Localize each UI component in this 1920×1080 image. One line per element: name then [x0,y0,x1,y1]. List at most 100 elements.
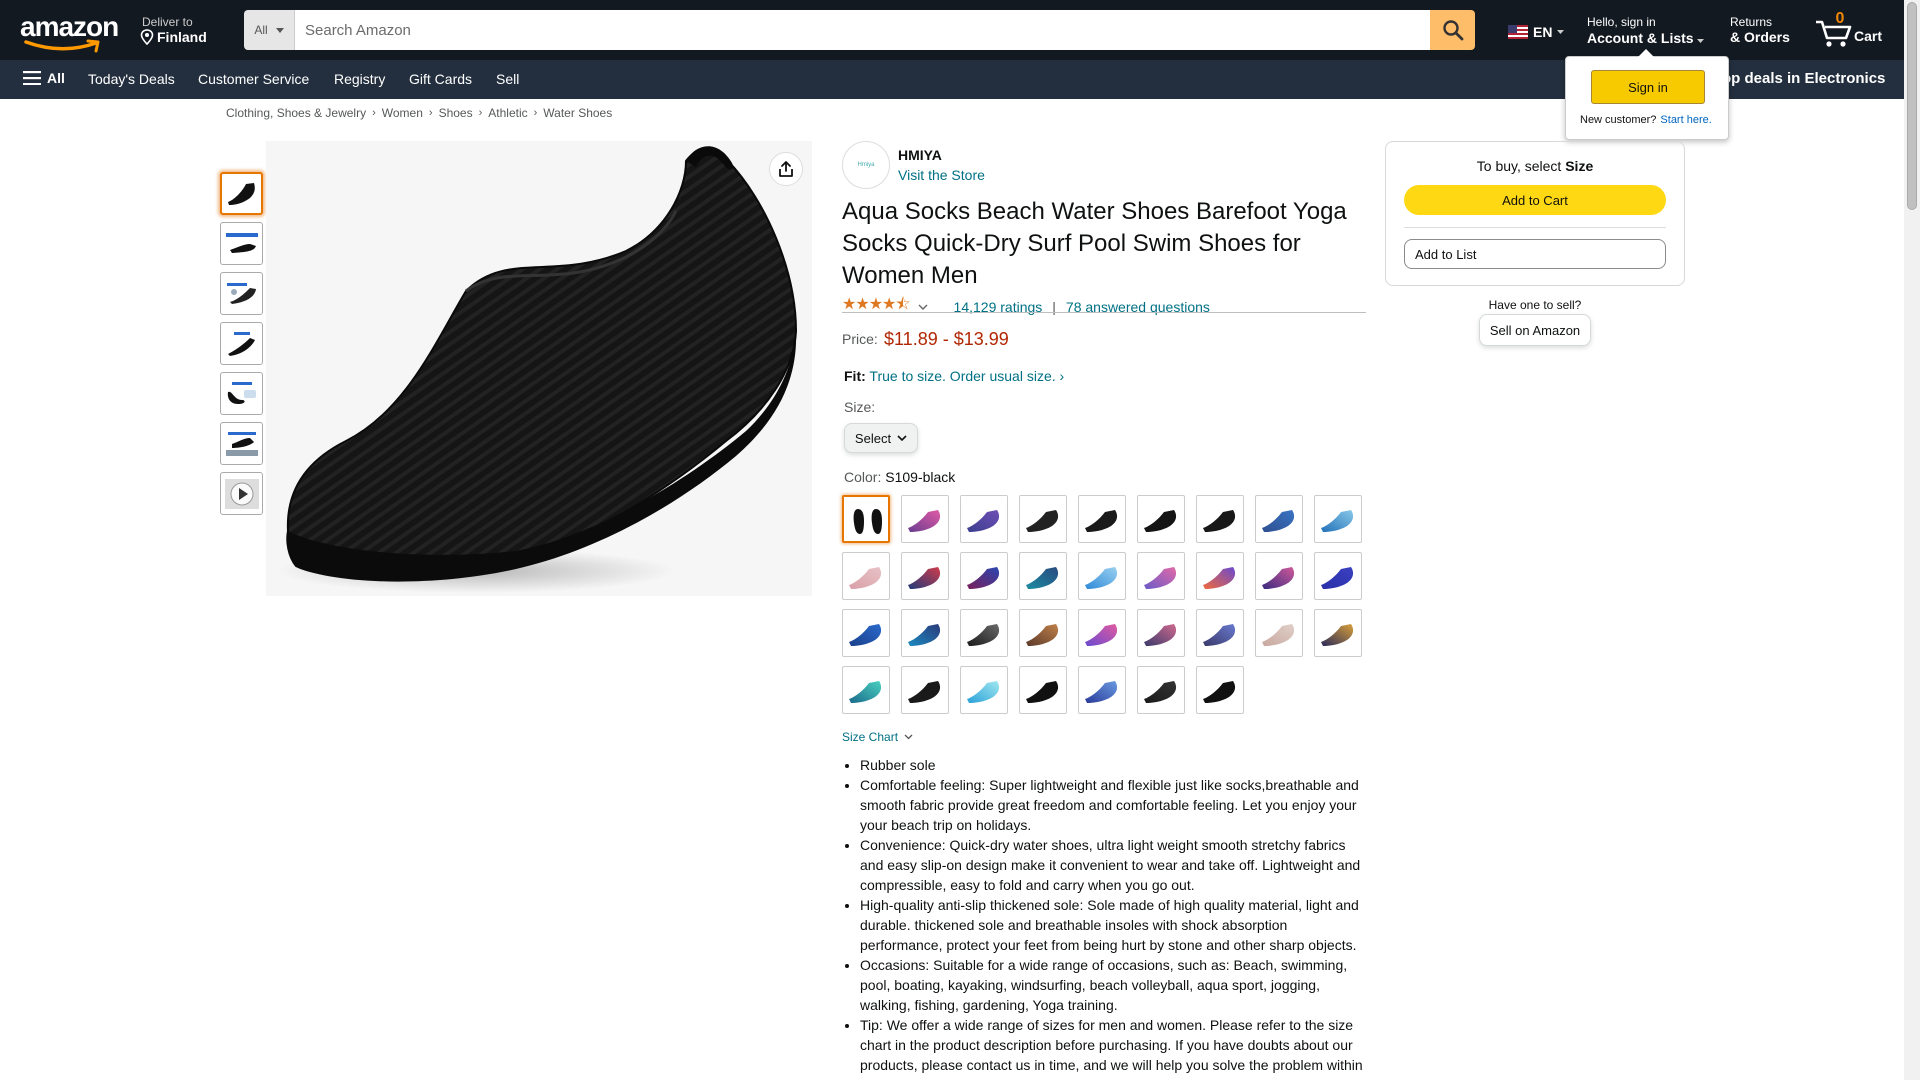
us-flag-icon [1508,25,1528,39]
store-logo[interactable]: Hmiya [842,141,890,189]
chevron-down-icon[interactable] [918,304,928,310]
sell-on-amazon-button[interactable]: Sell on Amazon [1479,314,1591,346]
color-swatch[interactable] [1196,495,1244,543]
color-swatch[interactable] [960,552,1008,600]
account-lists[interactable]: Hello, sign in Account & Lists [1587,15,1705,47]
color-swatch[interactable] [842,666,890,714]
fit-link[interactable]: True to size. Order usual size. › [869,368,1064,384]
color-swatch[interactable] [1314,495,1362,543]
amazon-logo[interactable]: amazon [20,13,122,53]
breadcrumb-item[interactable]: Women [382,106,423,120]
color-swatch[interactable] [1137,552,1185,600]
color-swatch[interactable] [842,609,890,657]
nav-gift-cards[interactable]: Gift Cards [409,71,472,87]
language-selector[interactable]: EN [1508,24,1565,40]
flyout-caret [1638,49,1654,57]
breadcrumb-item[interactable]: Athletic [488,106,527,120]
color-swatch[interactable] [960,666,1008,714]
shoe-thumbnail-image [227,331,255,356]
size-chart-toggle[interactable]: Size Chart [842,730,913,744]
color-swatch[interactable] [1078,495,1126,543]
new-customer-label: New customer? [1580,114,1657,126]
size-dropdown[interactable]: Select [844,423,918,453]
thumbnail-6[interactable] [220,422,263,465]
video-thumbnail[interactable] [220,472,263,515]
scrollbar-thumb[interactable] [1907,2,1917,210]
color-swatch[interactable] [1019,552,1067,600]
nav-customer-service[interactable]: Customer Service [198,71,309,87]
breadcrumb-item[interactable]: Shoes [439,106,473,120]
color-swatch[interactable] [1255,495,1303,543]
color-swatch[interactable] [1019,495,1067,543]
breadcrumb-item[interactable]: Clothing, Shoes & Jewelry [226,106,366,120]
color-swatch[interactable] [1078,609,1126,657]
shoe-swatch-image [849,624,882,646]
caret-down-icon [275,27,284,33]
new-customer-text: New customer? Start here. [1580,114,1712,126]
start-here-link[interactable]: Start here. [1660,114,1711,126]
shoe-swatch-image [1321,624,1354,646]
search-button[interactable] [1430,10,1475,50]
color-swatch[interactable] [960,609,1008,657]
visit-store-link[interactable]: Visit the Store [898,167,985,183]
thumbnail-3[interactable] [220,272,263,315]
deliver-country: Finland [157,29,207,45]
shoe-swatch-image [853,509,882,534]
color-swatch[interactable] [1019,666,1067,714]
color-swatch[interactable] [1314,552,1362,600]
shoe-swatch-image [1085,510,1118,532]
shoe-thumbnail-image [225,431,258,456]
star-rating-icon[interactable]: ★★★★⯪ [842,293,911,320]
color-swatch[interactable] [1314,609,1362,657]
divider [842,312,1366,313]
color-swatch[interactable] [960,495,1008,543]
color-swatch[interactable] [1255,609,1303,657]
nav-registry[interactable]: Registry [334,71,385,87]
add-to-cart-button[interactable]: Add to Cart [1404,185,1666,215]
search-input[interactable] [295,10,1430,50]
color-swatch[interactable] [1196,609,1244,657]
returns-orders[interactable]: Returns & Orders [1730,15,1790,45]
cart-button[interactable]: 0 Cart [1814,10,1884,50]
vertical-scrollbar[interactable] [1904,0,1920,1080]
color-swatch[interactable] [1137,666,1185,714]
main-product-image[interactable] [266,141,812,596]
color-swatch[interactable] [1137,609,1185,657]
nav-sell[interactable]: Sell [496,71,519,87]
search-bar: All [244,10,1475,50]
color-swatch[interactable] [1196,666,1244,714]
deliver-label: Deliver to [142,15,193,29]
shoe-thumbnail-image [226,282,256,304]
color-swatch[interactable] [1078,552,1126,600]
all-menu-button[interactable]: All [23,70,65,86]
shoe-swatch-image [1262,624,1295,646]
color-swatch[interactable] [1078,666,1126,714]
color-label: Color: S109-black [844,469,955,485]
shoe-thumbnail-image [227,182,255,205]
color-swatch[interactable] [1196,552,1244,600]
color-swatch[interactable] [901,495,949,543]
thumbnail-4[interactable] [220,322,263,365]
color-swatch[interactable] [901,609,949,657]
color-swatch[interactable] [842,552,890,600]
feature-bullet: Tip: We offer a wide range of sizes for … [860,1015,1370,1075]
color-swatch[interactable] [901,666,949,714]
thumbnail-5[interactable] [220,372,263,415]
thumbnail-1[interactable] [220,172,263,215]
color-swatch[interactable] [901,552,949,600]
product-title: Aqua Socks Beach Water Shoes Barefoot Yo… [842,198,1347,289]
signin-button[interactable]: Sign in [1591,70,1705,104]
color-swatch[interactable] [1019,609,1067,657]
color-swatch[interactable] [1137,495,1185,543]
color-swatch[interactable] [1255,552,1303,600]
brand-name: HMIYA [898,147,942,163]
breadcrumb-item[interactable]: Water Shoes [543,106,612,120]
color-swatch[interactable] [842,495,890,543]
deliver-to[interactable]: Deliver to Finland [140,15,207,45]
add-to-list-button[interactable]: Add to List [1404,239,1666,269]
share-button[interactable] [769,152,803,186]
promo-link[interactable]: op deals in Electronics [1722,70,1885,87]
nav-todays-deals[interactable]: Today's Deals [88,71,175,87]
thumbnail-2[interactable] [220,222,263,265]
search-category-dropdown[interactable]: All [244,10,295,50]
